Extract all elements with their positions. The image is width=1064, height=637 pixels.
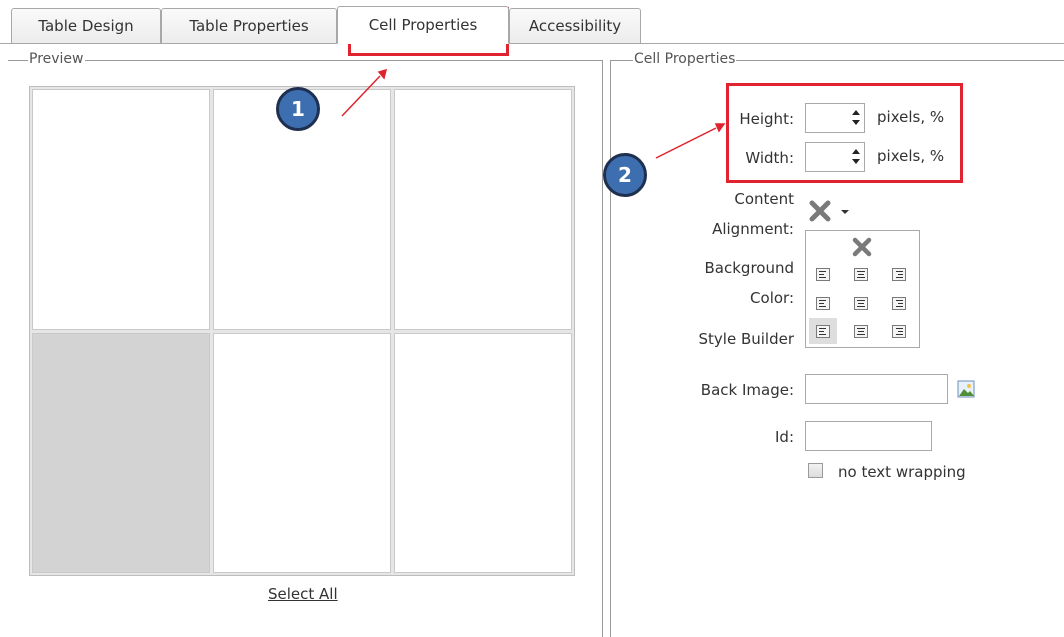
align-middle-center-button[interactable]: [847, 290, 875, 316]
tab-table-properties[interactable]: Table Properties: [161, 8, 337, 43]
clear-alignment-icon: [852, 237, 872, 257]
id-label: Id:: [775, 428, 794, 446]
background-color-label-line2: Color:: [750, 289, 794, 307]
align-bottom-center-icon: [854, 324, 868, 338]
background-color-label-line1: Background: [704, 259, 795, 277]
align-middle-right-icon: [892, 296, 906, 310]
tab-label: Cell Properties: [368, 16, 478, 34]
align-top-right-icon: [892, 267, 906, 281]
alignment-picker: [805, 230, 920, 348]
step-marker-2: 2: [603, 153, 647, 197]
tab-bar: Table Design Table Properties Cell Prope…: [0, 0, 1064, 44]
align-bottom-left-button[interactable]: [809, 318, 837, 344]
align-top-left-button[interactable]: [809, 261, 837, 287]
tab-accessibility[interactable]: Accessibility: [509, 8, 641, 43]
image-picker-icon: [957, 380, 975, 398]
content-alignment-label-line2: Alignment:: [712, 220, 794, 238]
cell-properties-legend: Cell Properties: [633, 51, 737, 67]
align-top-left-icon: [816, 267, 830, 281]
tab-label: Table Properties: [189, 17, 309, 35]
preview-legend: Preview: [28, 51, 85, 67]
table-preview: [29, 86, 575, 576]
content-alignment-dropdown[interactable]: [808, 198, 852, 224]
preview-cell[interactable]: [32, 89, 210, 330]
align-top-center-button[interactable]: [847, 261, 875, 287]
cell-properties-group-border-left: [610, 60, 611, 637]
step-marker-1: 1: [276, 87, 320, 131]
tab-label: Accessibility: [528, 17, 622, 35]
tab-bar-baseline: [0, 43, 1064, 44]
preview-cell[interactable]: [394, 332, 572, 573]
preview-group-border-right: [602, 60, 603, 637]
arrow-2: [655, 123, 726, 159]
id-input[interactable]: [805, 421, 932, 451]
tab-table-design[interactable]: Table Design: [11, 8, 161, 43]
back-image-input[interactable]: [805, 374, 948, 404]
align-bottom-right-button[interactable]: [885, 318, 913, 344]
align-middle-left-button[interactable]: [809, 290, 837, 316]
tab-cell-properties[interactable]: Cell Properties: [337, 6, 509, 44]
no-text-wrapping-checkbox[interactable]: [808, 463, 823, 478]
align-top-center-icon: [854, 267, 868, 281]
tab-label: Table Design: [38, 17, 134, 35]
preview-cell-selected[interactable]: [32, 332, 210, 573]
align-top-right-button[interactable]: [885, 261, 913, 287]
image-browse-button[interactable]: [957, 380, 975, 398]
style-builder-label: Style Builder: [698, 330, 795, 348]
align-middle-center-icon: [854, 296, 868, 310]
content-alignment-label-line1: Content: [734, 190, 794, 208]
select-all-link[interactable]: Select All: [268, 585, 338, 603]
align-bottom-center-button[interactable]: [847, 318, 875, 344]
no-text-wrapping-label: no text wrapping: [838, 463, 966, 481]
chevron-down-icon: [841, 210, 849, 214]
back-image-label: Back Image:: [700, 381, 794, 399]
align-bottom-right-icon: [892, 324, 906, 338]
align-bottom-left-icon: [816, 324, 830, 338]
preview-group-border: [8, 60, 602, 61]
align-middle-left-icon: [816, 296, 830, 310]
highlight-size-fields: [726, 83, 963, 183]
preview-cell[interactable]: [213, 332, 391, 573]
alignment-none-button[interactable]: [848, 234, 876, 260]
preview-cell[interactable]: [394, 89, 572, 330]
align-middle-right-button[interactable]: [885, 290, 913, 316]
